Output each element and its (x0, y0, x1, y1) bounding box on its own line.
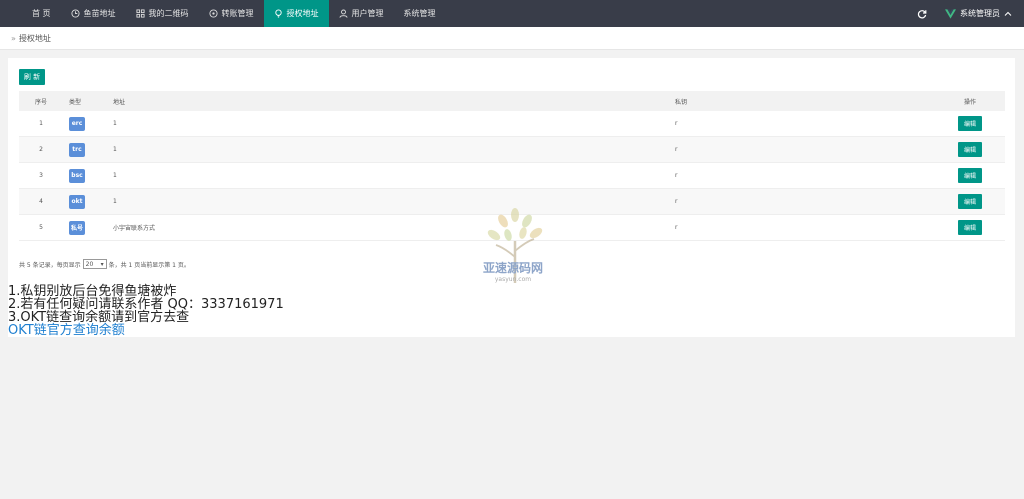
double-chevron-right-icon: » (11, 33, 16, 43)
chevron-down-icon: ▾ (100, 260, 104, 268)
refresh-icon[interactable] (917, 9, 927, 19)
row-private-key: r (675, 146, 678, 153)
pagination: 共 5 条记录，每页显示 20 ▾ 条，共 1 页当前显示第 1 页。 (19, 259, 190, 269)
nav-item-fish-address[interactable]: 鱼苗地址 (61, 0, 126, 27)
vue-logo-icon (945, 8, 956, 19)
bulb-icon (274, 9, 283, 18)
okt-balance-link[interactable]: OKT链官方查询余额 (8, 324, 1015, 337)
type-badge: 私号 (69, 220, 85, 235)
nav-item-label: 系统管理 (403, 9, 436, 18)
watermark-subtext: yasyun.com (494, 276, 532, 283)
notice-line-3: 3.OKT链查询余额请到官方去查 (8, 310, 190, 325)
row-private-key: r (675, 198, 678, 205)
user-icon (339, 9, 348, 18)
nav-item-users[interactable]: 用户管理 (329, 0, 394, 27)
table-row: 2 trc 1 r 编辑 (19, 137, 1005, 163)
nav-item-label: 授权地址 (286, 9, 319, 18)
header-type: 类型 (69, 98, 82, 106)
nav-item-label: 鱼苗地址 (83, 9, 116, 18)
transfer-icon (208, 9, 218, 18)
page-size-value: 20 (85, 260, 94, 268)
header-address: 地址 (113, 98, 126, 106)
row-index: 1 (39, 120, 43, 127)
nav-item-my-qrcode[interactable]: 我的二维码 (126, 0, 199, 27)
edit-button[interactable]: 编辑 (958, 116, 982, 131)
nav-right: 系统管理员 (917, 0, 1012, 27)
top-nav: 首 页 鱼苗地址 我的二维码 转账管理 授权地址 用户管理 系统管理 系统管理员 (0, 0, 1024, 27)
row-address: 1 (113, 172, 117, 179)
edit-button[interactable]: 编辑 (958, 168, 982, 183)
header-index: 序号 (34, 98, 47, 106)
edit-button[interactable]: 编辑 (958, 220, 982, 235)
row-index: 2 (39, 146, 43, 153)
nav-item-auth-address[interactable]: 授权地址 (263, 0, 329, 27)
clock-icon (70, 9, 80, 18)
edit-button[interactable]: 编辑 (958, 142, 982, 157)
pager-suffix: 条，共 1 页当前显示第 1 页。 (108, 261, 190, 269)
grid-icon (135, 9, 145, 18)
nav-item-system[interactable]: 系统管理 (394, 0, 446, 27)
row-private-key: r (675, 120, 678, 127)
notice-panel: 1.私钥别放后台免得鱼塘被炸 2.若有任何疑问请联系作者 QQ：33371619… (8, 285, 1015, 337)
nav-menu: 首 页 鱼苗地址 我的二维码 转账管理 授权地址 用户管理 系统管理 (22, 0, 446, 27)
nav-item-home[interactable]: 首 页 (22, 0, 61, 27)
row-index: 4 (39, 198, 43, 205)
table-row: 3 bsc 1 r 编辑 (19, 163, 1005, 189)
table-row: 1 erc 1 r 编辑 (19, 111, 1005, 137)
type-badge: bsc (69, 168, 85, 183)
breadcrumb-current: 授权地址 (18, 33, 51, 43)
type-badge: erc (69, 116, 85, 131)
pager-prefix: 共 5 条记录，每页显示 (19, 261, 81, 269)
user-name: 系统管理员 (960, 9, 1000, 18)
chevron-up-icon (1004, 10, 1012, 18)
nav-item-transfer[interactable]: 转账管理 (199, 0, 264, 27)
page-size-select[interactable]: 20 ▾ (82, 259, 107, 269)
type-badge: trc (69, 142, 85, 157)
row-index: 5 (39, 224, 43, 231)
nav-item-label: 转账管理 (221, 9, 254, 18)
row-index: 3 (39, 172, 43, 179)
row-private-key: r (675, 224, 678, 231)
user-menu[interactable]: 系统管理员 (945, 8, 1012, 19)
edit-button[interactable]: 编辑 (958, 194, 982, 209)
row-address: 1 (113, 198, 117, 205)
row-address: 小宇宙联系方式 (113, 225, 156, 232)
nav-item-label: 用户管理 (351, 9, 384, 18)
row-address: 1 (113, 146, 117, 153)
type-badge: okt (69, 194, 85, 209)
watermark-text: 亚速源码网 (482, 261, 543, 275)
header-private-key: 私钥 (675, 98, 688, 106)
table-header: 序号 类型 地址 私钥 操作 (19, 91, 1005, 111)
row-private-key: r (675, 172, 678, 179)
breadcrumb: » 授权地址 (0, 27, 1024, 50)
row-address: 1 (113, 120, 117, 127)
refresh-button[interactable]: 刷 新 (19, 69, 45, 85)
nav-item-label: 首 页 (32, 9, 51, 18)
nav-item-label: 我的二维码 (148, 9, 189, 18)
header-action: 操作 (963, 98, 976, 106)
